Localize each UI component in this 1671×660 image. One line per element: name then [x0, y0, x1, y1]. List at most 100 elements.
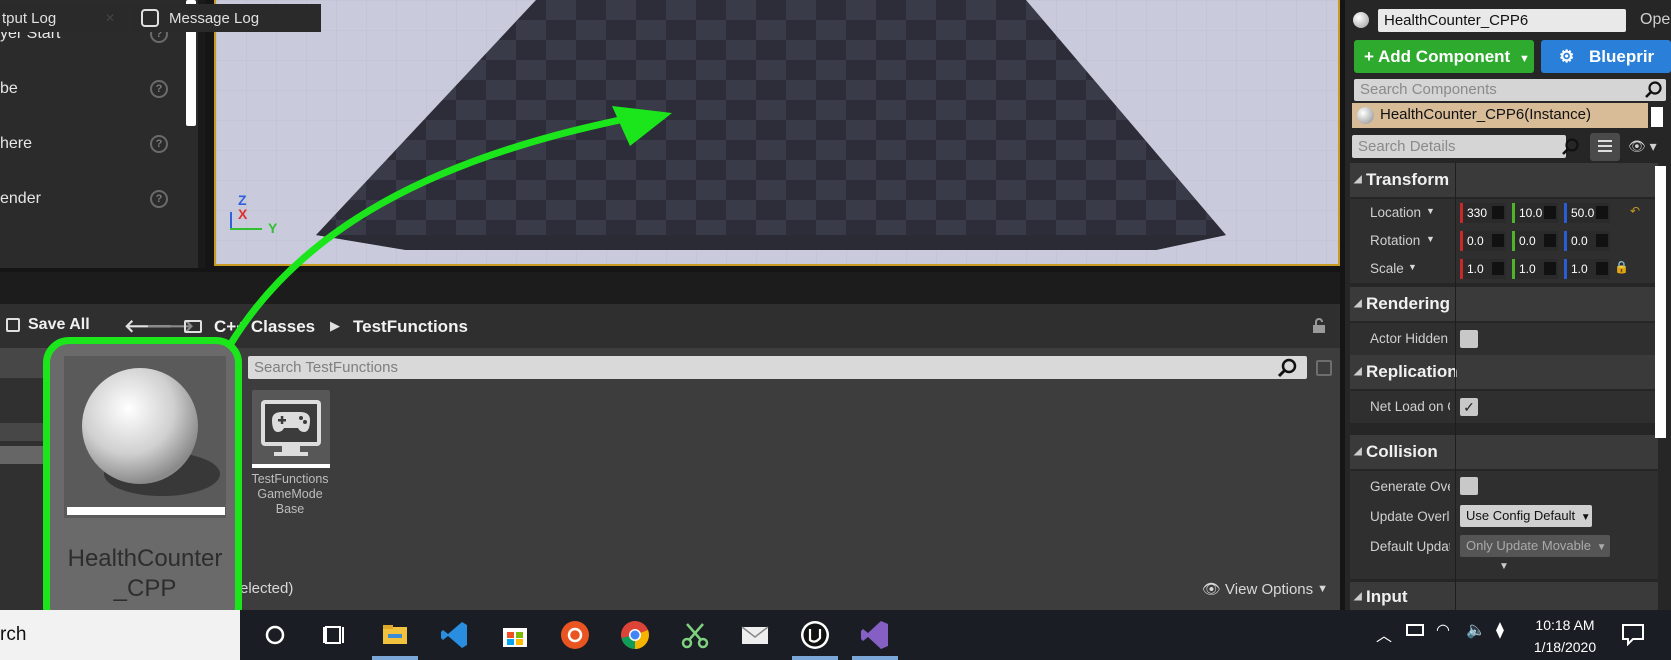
scale-x-value: 1.0 [1467, 262, 1484, 276]
visual-studio-icon[interactable] [858, 618, 892, 652]
battery-icon[interactable] [1406, 624, 1424, 636]
snipping-tool-icon[interactable] [678, 618, 712, 652]
open-source-link[interactable]: Ope [1640, 11, 1670, 29]
file-explorer-icon[interactable] [378, 618, 412, 652]
chevron-down-icon[interactable]: ▼ [1426, 234, 1435, 244]
property-row-generate-overlap: Generate Over [1350, 471, 1658, 501]
column-divider[interactable] [1455, 163, 1456, 610]
details-scrollbar[interactable] [1655, 166, 1666, 438]
actor-sphere-icon [1353, 12, 1369, 28]
taskbar-search-box[interactable]: rch [0, 610, 240, 660]
chevron-down-icon[interactable]: ▼ [1408, 262, 1417, 272]
volume-icon[interactable]: 🔈 [1466, 620, 1486, 640]
microsoft-store-icon[interactable] [498, 618, 532, 652]
unreal-engine-icon[interactable] [798, 618, 832, 652]
reset-to-default-icon[interactable]: ↶ [1630, 204, 1640, 218]
section-collision[interactable]: ◢ Collision [1350, 435, 1658, 469]
scale-y-field[interactable]: 1.0 [1512, 259, 1558, 279]
chevron-down-icon: ▼ [1580, 512, 1591, 523]
actor-hidden-checkbox[interactable] [1460, 330, 1478, 348]
actor-name-field[interactable]: HealthCounter_CPP6 [1378, 9, 1626, 32]
notifications-icon[interactable] [1620, 622, 1646, 646]
rotation-z-field[interactable]: 0.0 [1564, 231, 1610, 251]
default-update-label: Default Update [1370, 539, 1450, 554]
chevron-down-icon[interactable]: ▼ [1426, 206, 1435, 216]
section-input[interactable]: ◢ Input [1350, 582, 1658, 610]
generate-overlap-checkbox[interactable] [1460, 477, 1478, 495]
property-row-rotation: Rotation ▼ 0.0 0.0 0.0 [1350, 227, 1658, 255]
property-row-actor-hidden: Actor Hidden In [1350, 323, 1658, 355]
location-z-field[interactable]: 50.0 [1564, 203, 1610, 223]
location-y-field[interactable]: 10.0 [1512, 203, 1558, 223]
active-app-indicator [372, 656, 418, 660]
search-details-input[interactable]: Search Details [1352, 135, 1566, 158]
section-title: Replication [1366, 362, 1458, 381]
drag-handle-icon[interactable] [1544, 206, 1556, 219]
add-component-button[interactable]: + Add Component ▼ [1354, 40, 1534, 73]
rotation-label: Rotation [1370, 233, 1421, 248]
update-overlap-label: Update Overlap [1370, 509, 1450, 524]
actor-hidden-label: Actor Hidden In [1370, 331, 1450, 346]
expand-triangle-icon: ◢ [1354, 174, 1362, 185]
search-icon[interactable] [1643, 80, 1663, 100]
default-update-dropdown[interactable]: Only Update Movable ▼ [1460, 535, 1610, 557]
net-load-checkbox[interactable]: ✓ [1460, 398, 1478, 416]
drag-handle-icon[interactable] [1596, 234, 1608, 247]
update-overlap-dropdown[interactable]: Use Config Default ▼ [1460, 505, 1592, 527]
task-view-icon[interactable] [318, 618, 352, 652]
scale-x-field[interactable]: 1.0 [1460, 259, 1506, 279]
drag-handle-icon[interactable] [1492, 234, 1504, 247]
scale-z-field[interactable]: 1.0 [1564, 259, 1610, 279]
component-sphere-icon [1357, 107, 1374, 124]
vscode-icon[interactable] [438, 618, 472, 652]
list-view-icon[interactable] [1590, 133, 1620, 161]
location-x-field[interactable]: 330 [1460, 203, 1506, 223]
blueprint-label: Blueprir [1589, 47, 1655, 66]
drag-handle-icon[interactable] [1544, 234, 1556, 247]
wifi-icon[interactable]: ◠ [1436, 620, 1450, 640]
mail-icon[interactable] [738, 618, 772, 652]
expand-triangle-icon: ◢ [1354, 446, 1362, 457]
search-components-input[interactable]: Search Components [1354, 79, 1666, 101]
location-label: Location [1370, 205, 1422, 220]
advanced-expander[interactable]: ▼ [1350, 561, 1658, 579]
section-transform[interactable]: ◢ Transform [1350, 163, 1658, 197]
section-title: Collision [1366, 442, 1438, 461]
gear-icon: ⚙ [1559, 47, 1575, 66]
component-scrollbar[interactable] [1651, 107, 1663, 127]
property-row-update-overlap: Update Overlap Use Config Default ▼ [1350, 501, 1658, 531]
expand-triangle-icon: ◢ [1354, 591, 1362, 602]
rotation-x-field[interactable]: 0.0 [1460, 231, 1506, 251]
clock-date: 1/18/2020 [1533, 639, 1597, 655]
search-icon[interactable] [1560, 137, 1580, 157]
drag-handle-icon[interactable] [1544, 262, 1556, 275]
rotation-z-value: 0.0 [1571, 234, 1588, 248]
expand-triangle-icon: ◢ [1354, 298, 1362, 309]
chevron-down-icon: ▼ [1596, 542, 1607, 553]
cortana-icon[interactable] [258, 618, 292, 652]
property-row-net-load: Net Load on Cli ✓ [1350, 391, 1658, 423]
ubuntu-icon[interactable] [558, 618, 592, 652]
lock-icon[interactable]: 🔒 [1614, 260, 1629, 274]
default-update-value: Only Update Movable [1466, 538, 1592, 553]
drag-handle-icon[interactable] [1596, 206, 1608, 219]
taskbar-clock[interactable]: 10:18 AM 1/18/2020 [1520, 614, 1610, 658]
drag-handle-icon[interactable] [1596, 262, 1608, 275]
clock-time: 10:18 AM [1535, 617, 1595, 633]
rotation-y-value: 0.0 [1519, 234, 1536, 248]
property-row-location: Location ▼ 330 10.0 50.0 ↶ [1350, 199, 1658, 227]
component-tree-item[interactable]: HealthCounter_CPP6(Instance) [1352, 103, 1648, 128]
section-replication[interactable]: ◢ Replication [1350, 355, 1658, 389]
dropbox-icon[interactable]: ⧫ [1496, 620, 1504, 640]
chrome-icon[interactable] [618, 618, 652, 652]
blueprint-button[interactable]: ⚙ Blueprir [1541, 40, 1671, 73]
visibility-eye-icon[interactable]: 👁 ▾ [1628, 138, 1657, 155]
drag-handle-icon[interactable] [1492, 206, 1504, 219]
section-rendering[interactable]: ◢ Rendering [1350, 287, 1658, 321]
rotation-y-field[interactable]: 0.0 [1512, 231, 1558, 251]
drag-handle-icon[interactable] [1492, 262, 1504, 275]
rotation-x-value: 0.0 [1467, 234, 1484, 248]
section-title: Rendering [1366, 294, 1451, 313]
chevron-down-icon: ▼ [1518, 53, 1530, 65]
chevron-up-icon[interactable]: ︿ [1376, 622, 1392, 646]
